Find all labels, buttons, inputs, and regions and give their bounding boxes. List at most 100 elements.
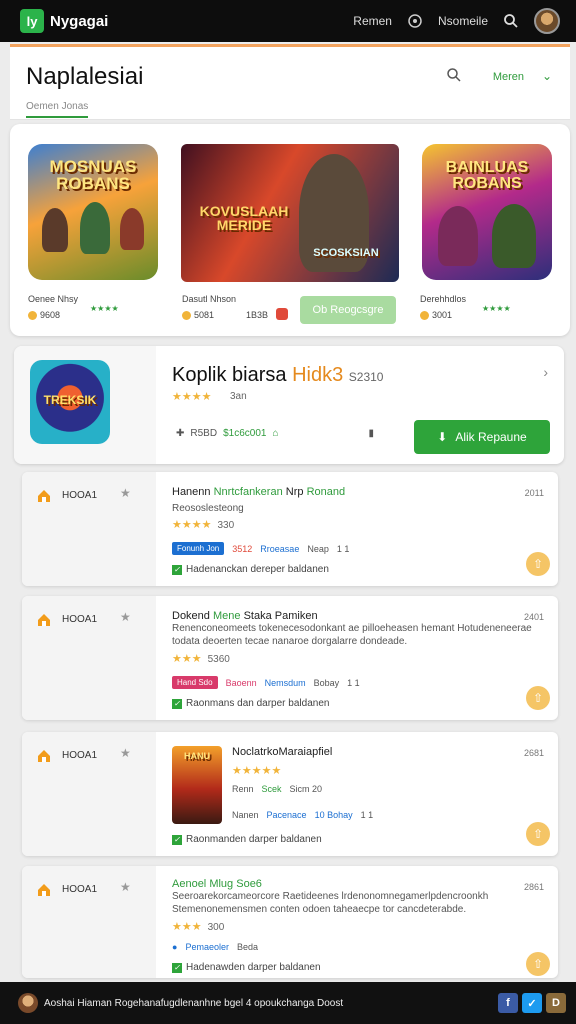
title-part: Noclatrko [232, 746, 279, 758]
list-item-description: Reososlesteong [172, 503, 244, 514]
coin-icon [28, 310, 37, 320]
header-menu-button[interactable]: Meren [493, 71, 524, 83]
rating-meta: 330 [217, 520, 235, 531]
title-part: Ronand [306, 486, 346, 498]
logo-letter: ly [26, 13, 38, 29]
highlight-rating-stars: ★★★★ [172, 391, 212, 403]
user-avatar[interactable] [534, 8, 560, 34]
controller-icon[interactable] [406, 12, 424, 30]
featured-game-card-3[interactable]: BAINLUAS ROBANS [422, 144, 552, 280]
tag-text: 10 Bohay [314, 810, 353, 820]
share-icon[interactable]: D [546, 993, 566, 1013]
home-icon [36, 882, 52, 898]
check-icon[interactable]: ✓ [172, 962, 182, 973]
title-part: Staka Pamiken [243, 610, 318, 622]
game-art-image[interactable]: KOVUSLAAH MERIDE SCOSKSIAN [181, 144, 399, 282]
facebook-icon[interactable]: f [498, 993, 518, 1013]
nav-link-nsomeile[interactable]: Nsomeile [438, 14, 488, 28]
list-item-time: 2681 [523, 748, 544, 758]
home-icon [36, 748, 52, 764]
gift-badge-icon[interactable]: ⇧ [526, 552, 550, 576]
tag-text: Rroeasae [260, 543, 300, 554]
tag-text: 1 1 [336, 543, 350, 554]
title-part: Maraiapfiel [278, 746, 333, 758]
stars: ★★★ [172, 653, 202, 665]
tab-active[interactable]: Oemen Jonas [26, 101, 89, 118]
chevron-right-icon[interactable]: › [543, 364, 548, 380]
highlight-button-label: Alik Repaune [455, 430, 527, 444]
footer-avatar[interactable] [18, 993, 38, 1013]
featured-action-button[interactable]: Ob Reogcsgre [300, 296, 396, 324]
list-item-time: 2401 [523, 612, 544, 622]
highlight-game-card[interactable]: TREKSIK Koplik biarsa Hidk3 S2310 › ★★★★… [14, 346, 564, 464]
game-name: Oenee Nhsy [28, 294, 79, 304]
list-item-tags: Nanen Pacenace 10 Bohay 1 1 [232, 810, 373, 820]
list-item-title: NoclatrkoMaraiapfiel [232, 746, 332, 758]
header-search-icon[interactable] [446, 67, 464, 85]
list-item-checkline: ✓ Hadenawden darper baldanen [172, 962, 321, 973]
check-text: Raonmanden darper baldanen [186, 834, 322, 845]
header-divider [10, 119, 570, 120]
tag-pill[interactable]: Fonunh Jon [172, 542, 225, 555]
highlight-game-art[interactable]: TREKSIK [30, 360, 110, 444]
tag-text: Baoenn [225, 677, 257, 688]
search-icon[interactable] [502, 12, 520, 30]
list-item-thumbnail[interactable]: HANU [172, 746, 222, 824]
highlight-art-title: TREKSIK [43, 393, 97, 407]
home-icon [36, 488, 52, 504]
app-brand-name[interactable]: Nygagai [50, 13, 108, 30]
list-item[interactable]: HOOA1 ★ Hanenn Nnrtcfankeran Nrp Ronand … [22, 472, 558, 586]
favorite-icon[interactable]: ★ [120, 880, 131, 894]
title-part: Soe6 [236, 878, 262, 890]
bottom-bar: Aoshai Hiaman Rogehanafugdlenanhne bgel … [0, 982, 576, 1024]
bars-icon[interactable]: ▮ [369, 428, 375, 439]
list-item[interactable]: HOOA1 ★ Dokend Mene Staka Pamiken 2401 R… [22, 596, 558, 720]
tag-text: Bobay [313, 677, 340, 688]
app-logo-icon[interactable]: ly [20, 9, 44, 33]
title-part: Dokend [172, 610, 210, 622]
favorite-icon[interactable]: ★ [120, 610, 131, 624]
title-part: Mlug [209, 878, 234, 890]
stars: ★★★ [172, 921, 202, 933]
gift-icon[interactable]: ⌂ [272, 428, 278, 439]
favorite-icon[interactable]: ★ [120, 746, 131, 760]
check-icon[interactable]: ✓ [172, 564, 182, 575]
game-price: 3001 [420, 310, 452, 320]
game-art-image[interactable]: BAINLUAS ROBANS [422, 144, 552, 280]
featured-game-card-2[interactable]: KOVUSLAAH MERIDE SCOSKSIAN [181, 144, 399, 282]
game-art-image[interactable]: MOSNUAS ROBANS [28, 144, 158, 280]
tag-text: Neap [307, 543, 329, 554]
nav-link-remen[interactable]: Remen [353, 14, 392, 28]
check-text: Hadenanckan dereper baldanen [186, 564, 329, 575]
tag-text: Beda [236, 942, 258, 952]
list-item-tags: Hand Sdo Baoenn Nemsdum Bobay 1 1 [172, 676, 360, 689]
extra-text: Renn [232, 784, 254, 794]
highlight-price-1: R5BD [190, 428, 218, 439]
page-title: Naplalesiai [26, 63, 144, 90]
list-item-category: HOOA1 [62, 614, 98, 625]
gift-badge-icon[interactable]: ⇧ [526, 686, 550, 710]
favorite-icon[interactable]: ★ [120, 486, 131, 500]
highlight-price-row: ✚ R5BD $1c6c001 ⌂ ▮ [176, 428, 374, 439]
list-item[interactable]: HOOA1 ★ Aenoel Mlug Soe6 2861 Seeroareko… [22, 866, 558, 978]
featured-game-card-1[interactable]: MOSNUAS ROBANS [28, 144, 158, 280]
chevron-down-icon[interactable]: ⌄ [542, 69, 552, 83]
tag-text: 1 1 [347, 677, 360, 688]
plus-icon[interactable]: ✚ [176, 428, 184, 439]
highlight-action-button[interactable]: ⬇ Alik Repaune [414, 420, 550, 454]
list-item-title: Hanenn Nnrtcfankeran Nrp Ronand [172, 486, 345, 498]
check-icon[interactable]: ✓ [172, 834, 182, 845]
twitter-icon[interactable]: ✓ [522, 993, 542, 1013]
title-part: Nrp [285, 486, 304, 498]
list-item-category: HOOA1 [62, 750, 98, 761]
gift-badge-icon[interactable]: ⇧ [526, 952, 550, 976]
gift-badge-icon[interactable]: ⇧ [526, 822, 550, 846]
tag-text: Nanen [232, 810, 259, 820]
coin-icon [420, 310, 429, 320]
list-item[interactable]: HOOA1 ★ HANU NoclatrkoMaraiapfiel 2681 ★… [22, 732, 558, 856]
tag-pill[interactable]: Hand Sdo [172, 676, 218, 689]
check-icon[interactable]: ✓ [172, 698, 182, 709]
check-text: Hadenawden darper baldanen [186, 962, 321, 973]
list-item-description: Seeroarekorcameorcore Raetideenes lrdeno… [172, 891, 489, 915]
rating-meta: 300 [207, 922, 225, 933]
